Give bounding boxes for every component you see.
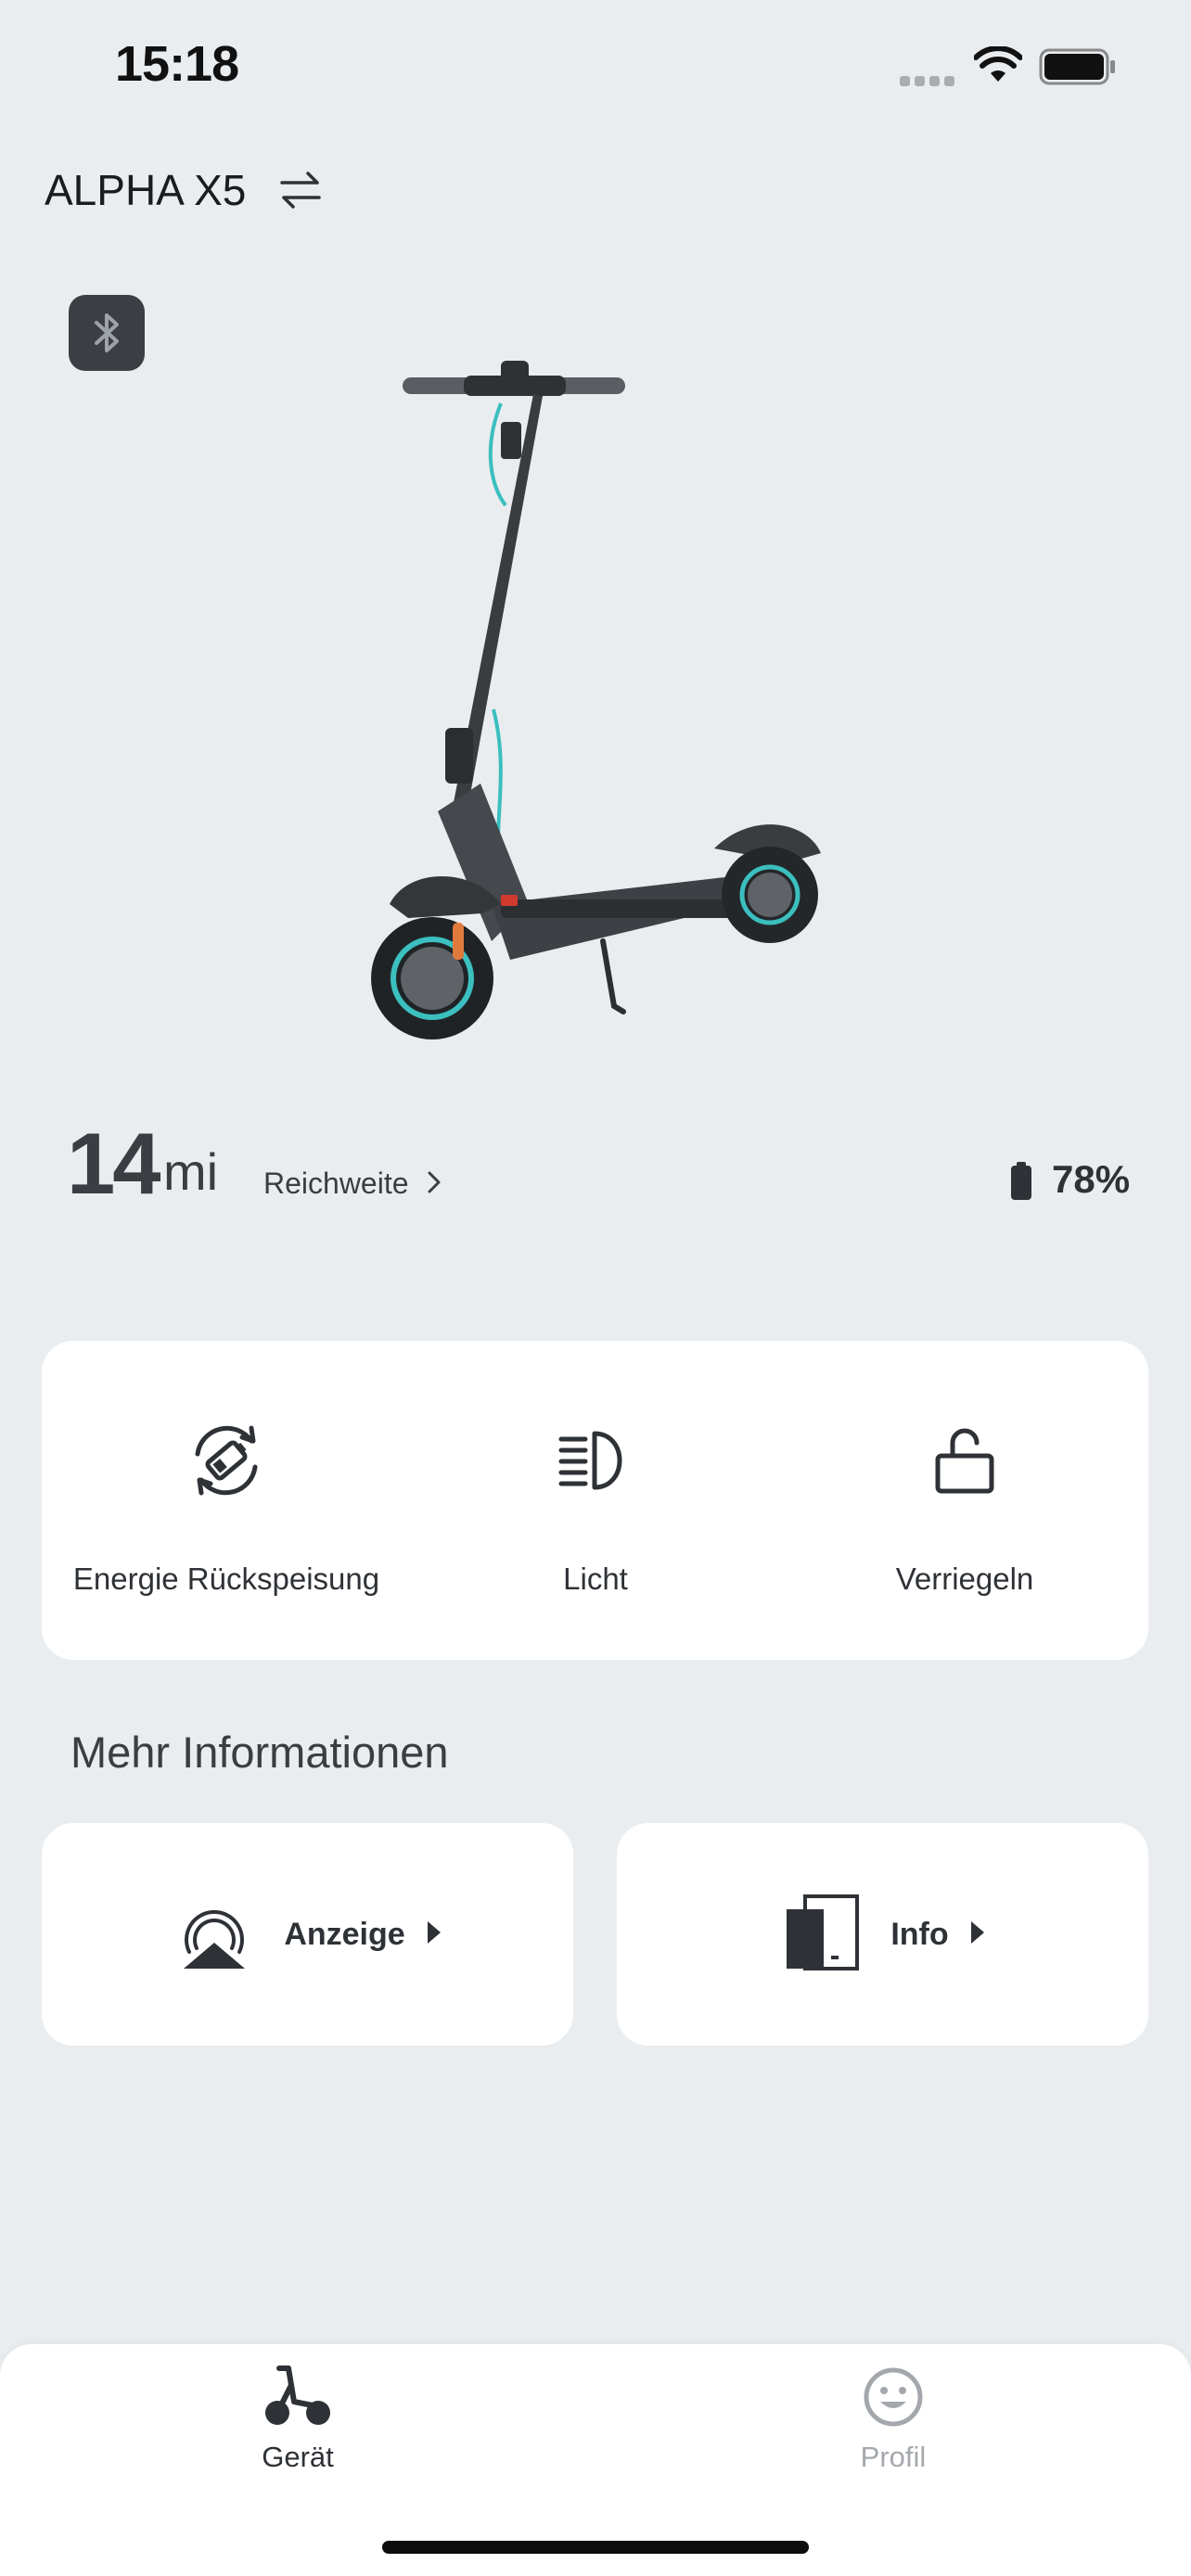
info-tile[interactable]: Info: [617, 1823, 1148, 2046]
tab-profile-label: Profil: [860, 2441, 927, 2473]
light-button[interactable]: Licht: [411, 1341, 780, 1660]
light-label: Licht: [563, 1562, 628, 1596]
unlock-icon: [780, 1419, 1149, 1502]
swap-arrows-icon[interactable]: [278, 170, 323, 215]
device-name[interactable]: ALPHA X5: [45, 165, 246, 215]
status-time: 15:18: [115, 36, 239, 92]
wifi-icon: [973, 45, 1023, 88]
caret-right-icon: [426, 1919, 442, 1950]
battery-percent: 78%: [1052, 1157, 1131, 1201]
lock-button[interactable]: Verriegeln: [780, 1341, 1149, 1660]
battery-status-icon: [1039, 48, 1117, 90]
quick-controls-card: Energie Rückspeisung Licht Verriegeln: [42, 1341, 1148, 1660]
smiley-icon: [596, 2365, 1191, 2429]
energy-recovery-label: Energie Rückspeisung: [72, 1562, 380, 1596]
range-value: 14: [67, 1115, 161, 1212]
scooter-icon: [0, 2365, 596, 2429]
display-icon: [173, 1891, 256, 1979]
bluetooth-button[interactable]: [69, 295, 145, 371]
energy-recovery-icon: [42, 1419, 411, 1502]
caret-right-icon: [969, 1919, 986, 1950]
scooter-image: [352, 348, 835, 1057]
tab-profile[interactable]: Profil: [596, 2344, 1191, 2530]
section-title-more-info: Mehr Informationen: [70, 1728, 449, 1777]
range-link[interactable]: Reichweite: [263, 1167, 442, 1203]
display-tile-label: Anzeige: [284, 1916, 405, 1952]
display-tile[interactable]: Anzeige: [42, 1823, 573, 2046]
home-indicator[interactable]: [382, 2541, 809, 2554]
tab-device[interactable]: Gerät: [0, 2344, 596, 2530]
tab-device-label: Gerät: [262, 2441, 334, 2473]
battery-level-icon: [1009, 1162, 1033, 1205]
cellular-signal-icon: [900, 74, 959, 91]
range-unit: mi: [163, 1142, 219, 1201]
bluetooth-icon: [95, 313, 119, 352]
lock-label: Verriegeln: [895, 1562, 1034, 1596]
headlight-icon: [411, 1419, 780, 1502]
range-link-label: Reichweite: [263, 1167, 409, 1200]
energy-recovery-button[interactable]: Energie Rückspeisung: [42, 1341, 411, 1660]
info-device-icon: [779, 1891, 863, 1979]
info-tile-label: Info: [890, 1916, 949, 1952]
chevron-right-icon: [426, 1168, 442, 1203]
